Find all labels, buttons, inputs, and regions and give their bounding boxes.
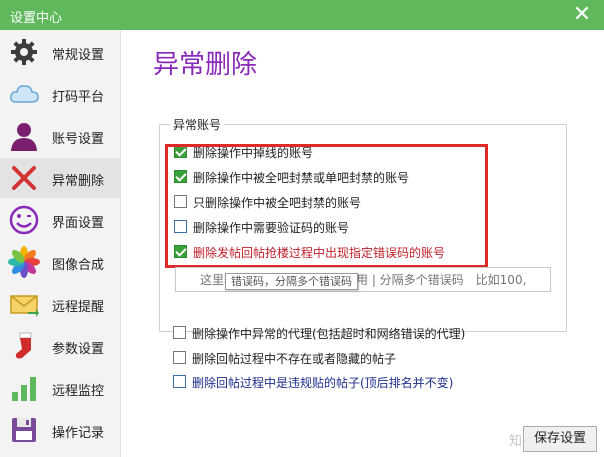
envelope-icon	[10, 295, 39, 317]
window-titlebar: 设置中心 ✕	[0, 0, 604, 30]
sidebar-item-captcha-platform[interactable]: 打码平台	[0, 74, 120, 114]
user-icon	[11, 123, 37, 151]
sidebar-item-label: 远程监控	[52, 384, 105, 399]
bar-chart-icon	[12, 377, 36, 401]
main-panel: 异常删除 异常账号 删除操作中掉线的账号 删除操作中被全吧封禁或单吧封禁的账号 …	[121, 30, 604, 457]
floppy-disk-icon	[12, 418, 36, 442]
photos-icon	[8, 246, 40, 278]
sidebar-item-label: 打码平台	[52, 90, 105, 105]
sidebar-item-operation-log[interactable]: 操作记录	[0, 410, 120, 450]
window-title: 设置中心	[10, 11, 63, 26]
red-x-icon	[12, 166, 36, 190]
sidebar-item-abnormal-delete[interactable]: 异常删除	[0, 158, 120, 198]
page-title: 异常删除	[153, 50, 258, 80]
checkbox-unchecked-icon[interactable]	[173, 326, 186, 339]
error-code-tooltip: 错误码，分隔多个错误码	[225, 273, 358, 290]
sidebar-item-general[interactable]: 常规设置	[0, 32, 120, 72]
save-button[interactable]: 保存设置	[523, 426, 597, 452]
group-title: 异常账号	[173, 118, 222, 132]
cloud-icon	[10, 85, 39, 103]
sidebar-item-label: 界面设置	[52, 216, 105, 231]
sidebar-item-label: 账号设置	[52, 132, 105, 147]
checkbox-checked-icon[interactable]	[174, 245, 187, 258]
sidebar-item-label: 操作记录	[52, 426, 105, 441]
sidebar-item-account[interactable]: 账号设置	[0, 116, 120, 156]
sidebar-item-image-compose[interactable]: 图像合成	[0, 242, 120, 282]
sidebar-item-remote-notify[interactable]: 远程提醒	[0, 284, 120, 324]
sidebar-item-label: 参数设置	[52, 342, 105, 357]
checkbox-unchecked-icon[interactable]	[174, 195, 187, 208]
sidebar-item-remote-monitor[interactable]: 远程监控	[0, 368, 120, 408]
sidebar-item-label: 图像合成	[52, 258, 105, 273]
stocking-icon	[15, 332, 32, 359]
gear-icon	[11, 39, 37, 65]
sidebar-item-parameters[interactable]: 参数设置	[0, 326, 120, 366]
checkbox-unchecked-icon[interactable]	[174, 220, 187, 233]
checkbox-unchecked-icon[interactable]	[173, 375, 186, 388]
close-icon[interactable]: ✕	[568, 2, 596, 28]
sidebar-item-interface[interactable]: 界面设置	[0, 200, 120, 240]
checkbox-checked-icon[interactable]	[174, 145, 187, 158]
sidebar-item-label: 异常删除	[52, 174, 105, 189]
checkbox-checked-icon[interactable]	[174, 170, 187, 183]
smiley-icon	[9, 205, 39, 235]
checkbox-unchecked-icon[interactable]	[173, 351, 186, 364]
sidebar-item-label: 远程提醒	[52, 300, 105, 315]
sidebar: 常规设置 打码平台 账号设置 异常删除 界面设置 图像合成 远程提醒 参数设置 …	[0, 30, 121, 457]
sidebar-item-label: 常规设置	[52, 48, 105, 63]
